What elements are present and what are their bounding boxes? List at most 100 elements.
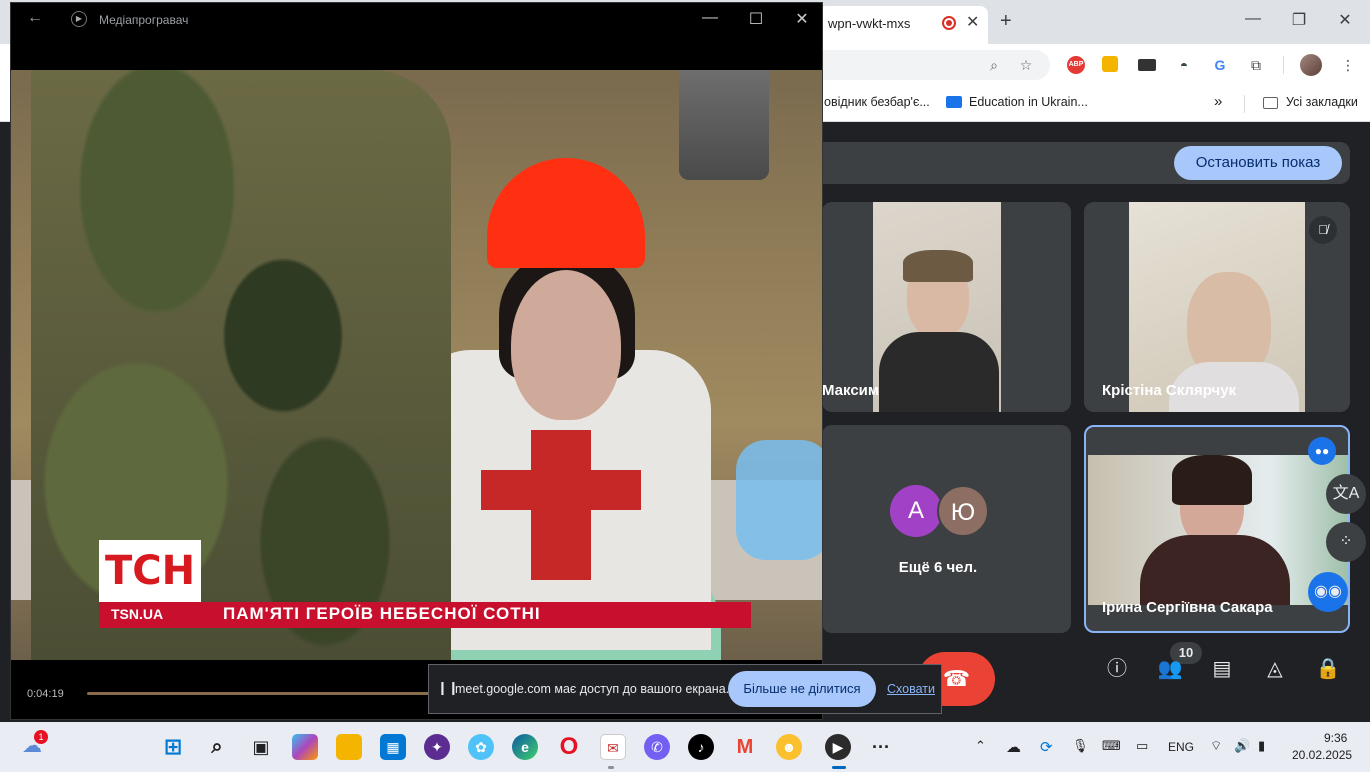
apps-icon[interactable]: ⁘	[1326, 522, 1366, 562]
open-app-indicator	[608, 766, 614, 769]
video-scene	[487, 158, 645, 268]
copilot-icon[interactable]	[292, 734, 318, 760]
avatar: А	[890, 485, 942, 537]
recording-icon	[942, 16, 956, 30]
menu-icon[interactable]: ⋮	[1338, 56, 1358, 74]
hair	[903, 250, 973, 282]
address-bar[interactable]: ⌕ ☆	[810, 50, 1050, 80]
extension-icon[interactable]	[1102, 56, 1118, 72]
participant-tile[interactable]: 🎙̸ Крістіна Склярчук	[1084, 202, 1350, 412]
store-icon[interactable]: ▦	[380, 734, 406, 760]
minimize-button[interactable]: —	[695, 9, 725, 27]
avatar: Ю	[937, 485, 989, 537]
restore-button[interactable]: ❐	[1284, 10, 1314, 30]
sync-icon[interactable]: ⟳	[1040, 738, 1053, 756]
seek-bar[interactable]	[87, 692, 431, 695]
hair	[1172, 455, 1252, 505]
close-icon[interactable]: ✕	[966, 12, 979, 32]
time-elapsed: 0:04:19	[27, 688, 64, 700]
back-arrow-icon[interactable]: ←	[27, 9, 43, 27]
bookmark-item[interactable]: овідник безбар'є...	[824, 95, 930, 109]
profile-avatar[interactable]	[1300, 54, 1322, 76]
onedrive-icon[interactable]: ☁	[1006, 738, 1021, 756]
maximize-button[interactable]: ☐	[741, 9, 771, 29]
start-icon[interactable]: ⊞	[160, 734, 186, 760]
clock-date[interactable]: 20.02.2025	[1292, 748, 1352, 762]
microphone-icon[interactable]: 🎙	[1072, 738, 1089, 754]
app-icon[interactable]: ✉	[600, 734, 626, 760]
media-player-icon[interactable]: ▶	[825, 734, 851, 760]
app-icon[interactable]: ✿	[468, 734, 494, 760]
folder-icon	[1263, 97, 1278, 109]
participant-tile[interactable]: Максим	[822, 202, 1071, 412]
participant-name: Максим	[822, 382, 879, 399]
extension-icon[interactable]	[1138, 59, 1156, 71]
activities-icon[interactable]: ◬	[1260, 654, 1290, 684]
media-player-window: ← ▶ Медіапрогравач — ☐ ✕ ТСН TSN.UA ПАМ'…	[10, 2, 823, 720]
minimize-button[interactable]: —	[1238, 10, 1268, 28]
zoom-icon[interactable]: ⌕	[984, 56, 1004, 74]
captions-translate-icon[interactable]: 文A	[1326, 474, 1366, 514]
book-icon	[946, 96, 962, 108]
participant-name: Ірина Сергіївна Сакара	[1102, 599, 1273, 616]
window-title: Медіапрогравач	[99, 13, 189, 27]
all-bookmarks[interactable]: Усі закладки	[1286, 95, 1358, 109]
file-explorer-icon[interactable]	[336, 734, 362, 760]
language-indicator[interactable]: ENG	[1168, 740, 1194, 754]
info-icon[interactable]: ⓘ	[1102, 654, 1132, 684]
toolbar-divider	[1283, 56, 1284, 74]
others-count-label: Ещё 6 чел.	[898, 559, 978, 576]
video-scene	[31, 70, 451, 660]
opera-icon[interactable]: O	[556, 734, 582, 760]
close-button[interactable]: ✕	[787, 9, 817, 29]
chat-icon[interactable]: ▤	[1207, 654, 1237, 684]
clock-time[interactable]: 9:36	[1324, 731, 1347, 745]
host-controls-icon[interactable]: 🔒	[1313, 654, 1343, 684]
translate-icon[interactable]: G	[1210, 56, 1230, 74]
video-scene	[511, 270, 621, 420]
notification-badge: 1	[34, 730, 48, 744]
volume-icon[interactable]: 🔊	[1234, 738, 1250, 754]
new-tab-button[interactable]: +	[1000, 11, 1012, 31]
video-scene	[679, 70, 769, 180]
clothing	[1140, 535, 1290, 605]
stop-sharing-button[interactable]: Більше не ділитися	[728, 671, 876, 707]
speaking-indicator-icon: ●●	[1308, 437, 1336, 465]
keyboard-icon[interactable]: ⌨	[1102, 738, 1121, 754]
active-app-indicator	[832, 766, 846, 769]
more-bookmarks-button[interactable]: »	[1214, 93, 1222, 110]
chevron-up-icon[interactable]: ⌃	[975, 738, 986, 754]
edge-icon[interactable]: e	[512, 734, 538, 760]
bookmark-item[interactable]: Education in Ukrain...	[969, 95, 1088, 109]
tiktok-icon[interactable]: ♪	[688, 734, 714, 760]
assistant-icon[interactable]: ◉◉	[1308, 572, 1348, 612]
video-scene	[736, 440, 822, 560]
clothing	[879, 332, 999, 412]
viber-icon[interactable]: ✆	[644, 734, 670, 760]
hide-link[interactable]: Сховати	[887, 682, 935, 696]
taskbar: ☁ 1 ⊞ ⌕ ▣ ▦ ✦ ✿ e O ✉ ✆ ♪ M ☻ ▶ ··· ⌃ ☁ …	[0, 722, 1370, 772]
display-icon[interactable]: ▭	[1136, 738, 1148, 754]
people-icon[interactable]: 👥	[1155, 654, 1185, 684]
adblock-icon[interactable]: ABP	[1067, 56, 1085, 74]
search-icon[interactable]: ⌕	[204, 734, 230, 760]
close-window-button[interactable]: ✕	[1330, 10, 1360, 30]
share-notice-text: meet.google.com має доступ до вашого екр…	[455, 682, 730, 696]
battery-icon[interactable]: ▮	[1258, 738, 1265, 754]
wifi-icon[interactable]: ⌔	[1210, 738, 1222, 754]
participant-video	[873, 202, 1001, 412]
browser-tab[interactable]: wpn-vwkt-mxs ✕	[818, 6, 988, 44]
app-icon[interactable]: ☻	[776, 734, 802, 760]
participant-name: Крістіна Склярчук	[1102, 382, 1237, 399]
extension-icon[interactable]: ◓	[1174, 56, 1194, 74]
star-icon[interactable]: ☆	[1016, 56, 1036, 74]
others-tile[interactable]: А Ю Ещё 6 чел.	[822, 425, 1071, 633]
video-frame[interactable]: ТСН TSN.UA ПАМ'ЯТІ ГЕРОЇВ НЕБЕСНОЇ СОТНІ	[11, 70, 822, 660]
stop-presenting-button[interactable]: Остановить показ	[1174, 146, 1342, 180]
app-icon[interactable]: ✦	[424, 734, 450, 760]
puzzle-icon[interactable]: ⧉	[1246, 56, 1266, 74]
task-view-icon[interactable]: ▣	[248, 734, 274, 760]
gmail-icon[interactable]: M	[732, 734, 758, 760]
more-icon[interactable]: ···	[868, 734, 894, 760]
bookmarks-divider	[1244, 95, 1245, 113]
